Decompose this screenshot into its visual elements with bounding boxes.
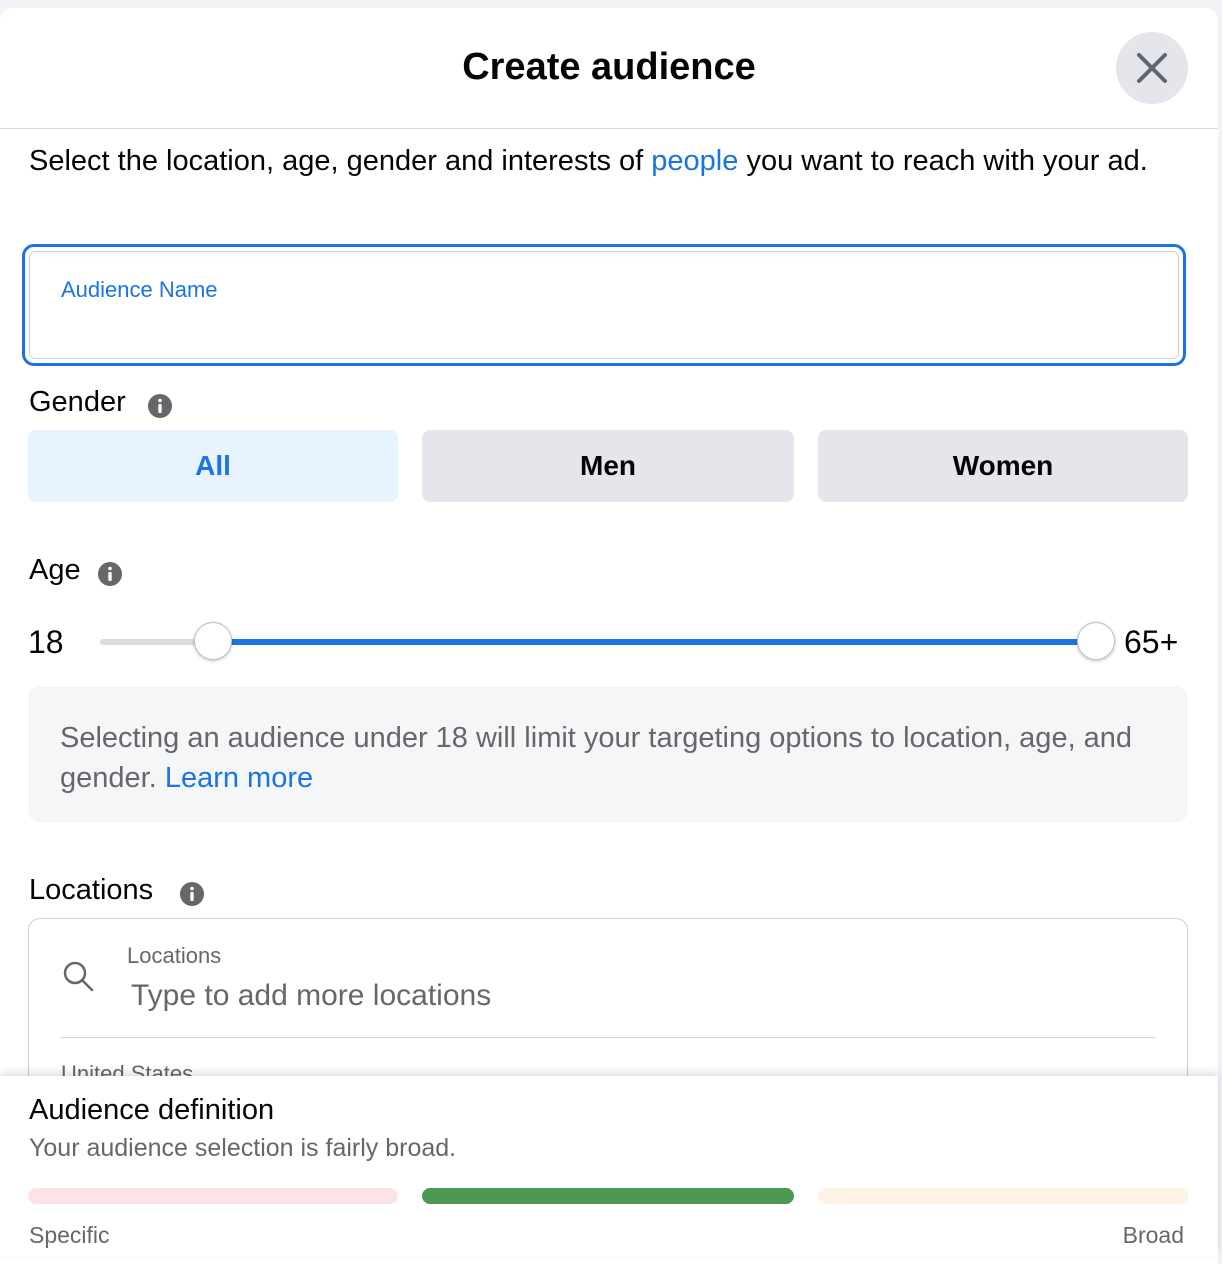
age-max-handle[interactable]: [1077, 622, 1115, 660]
age-slider-range: [213, 639, 1096, 645]
audience-definition-subtitle: Your audience selection is fairly broad.: [29, 1134, 457, 1162]
audience-meter-broad: [818, 1188, 1188, 1204]
locations-divider: [61, 1037, 1155, 1038]
age-min-handle[interactable]: [194, 622, 232, 660]
close-icon: [1137, 53, 1167, 83]
intro-text-end: you want to reach with your ad.: [738, 145, 1148, 177]
locations-info-icon[interactable]: [180, 882, 204, 906]
audience-meter-specific: [28, 1188, 398, 1204]
age-notice-text: Selecting an audience under 18 will limi…: [60, 718, 1160, 798]
close-button[interactable]: [1116, 32, 1188, 104]
audience-definition-title: Audience definition: [29, 1094, 275, 1126]
intro-text: Select the location, age, gender and int…: [29, 141, 1189, 181]
audience-meter-current: [422, 1188, 794, 1204]
gender-all-button[interactable]: All: [28, 430, 398, 502]
gender-label: Gender: [29, 386, 126, 418]
age-notice: Selecting an audience under 18 will limi…: [28, 686, 1188, 822]
dialog-header: Create audience: [0, 8, 1218, 129]
learn-more-link[interactable]: Learn more: [165, 762, 313, 794]
audience-definition-panel: Audience definition Your audience select…: [0, 1076, 1218, 1256]
locations-field-label: Locations: [127, 943, 222, 968]
meter-specific-label: Specific: [29, 1222, 110, 1248]
age-label: Age: [29, 554, 81, 586]
gender-info-icon[interactable]: [148, 394, 172, 418]
audience-name-field[interactable]: Audience Name: [22, 244, 1186, 366]
people-link[interactable]: people: [651, 145, 738, 177]
age-min-value: 18: [28, 624, 64, 660]
locations-label: Locations: [29, 874, 154, 906]
meter-broad-label: Broad: [1122, 1222, 1184, 1248]
dialog-title: Create audience: [462, 46, 756, 88]
age-info-icon[interactable]: [98, 562, 122, 586]
gender-men-button[interactable]: Men: [422, 430, 794, 502]
age-max-value: 65+: [1124, 624, 1179, 660]
gender-women-button[interactable]: Women: [818, 430, 1188, 502]
search-icon: [63, 961, 94, 992]
audience-name-label: Audience Name: [61, 277, 218, 302]
audience-name-input[interactable]: [59, 309, 1143, 345]
locations-search-input[interactable]: [129, 975, 1133, 1017]
intro-text-start: Select the location, age, gender and int…: [29, 145, 652, 177]
